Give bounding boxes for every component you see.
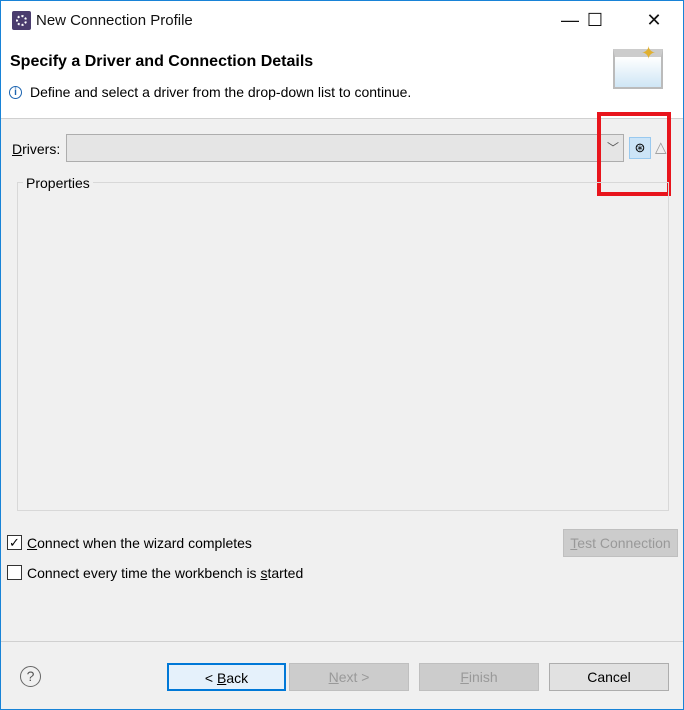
info-icon: i [9,85,22,99]
connect-on-startup-label: Connect every time the workbench is star… [27,565,304,581]
back-button[interactable]: < Back [167,663,286,691]
cancel-button[interactable]: Cancel [549,663,669,691]
drivers-dropdown[interactable]: ﹀ [66,134,624,162]
connect-on-complete-label: Connect when the wizard completes [27,535,252,551]
eclipse-app-icon [12,11,31,30]
properties-group [17,182,669,511]
test-connection-button[interactable]: Test Connection [563,529,678,557]
title-bar: New Connection Profile — ☐ ✕ [1,1,683,39]
finish-button[interactable]: Finish [419,663,539,691]
divider [1,641,683,642]
connect-on-startup-checkbox[interactable] [7,565,22,580]
next-button[interactable]: Next > [289,663,409,691]
maximize-button[interactable]: ☐ [572,1,618,39]
wizard-header: Specify a Driver and Connection Details … [1,39,683,119]
page-title: Specify a Driver and Connection Details [10,53,314,70]
properties-label: Properties [23,175,93,191]
help-icon[interactable]: ? [20,666,41,687]
sparkle-icon: ✦ [641,43,657,63]
dialog-window: New Connection Profile — ☐ ✕ Specify a D… [0,0,684,710]
close-button[interactable]: ✕ [631,1,677,39]
info-message: Define and select a driver from the drop… [30,84,412,100]
drivers-label: Drivers: [12,141,61,157]
connect-on-complete-checkbox[interactable]: ✓ [7,535,22,550]
window-title: New Connection Profile [36,12,193,29]
